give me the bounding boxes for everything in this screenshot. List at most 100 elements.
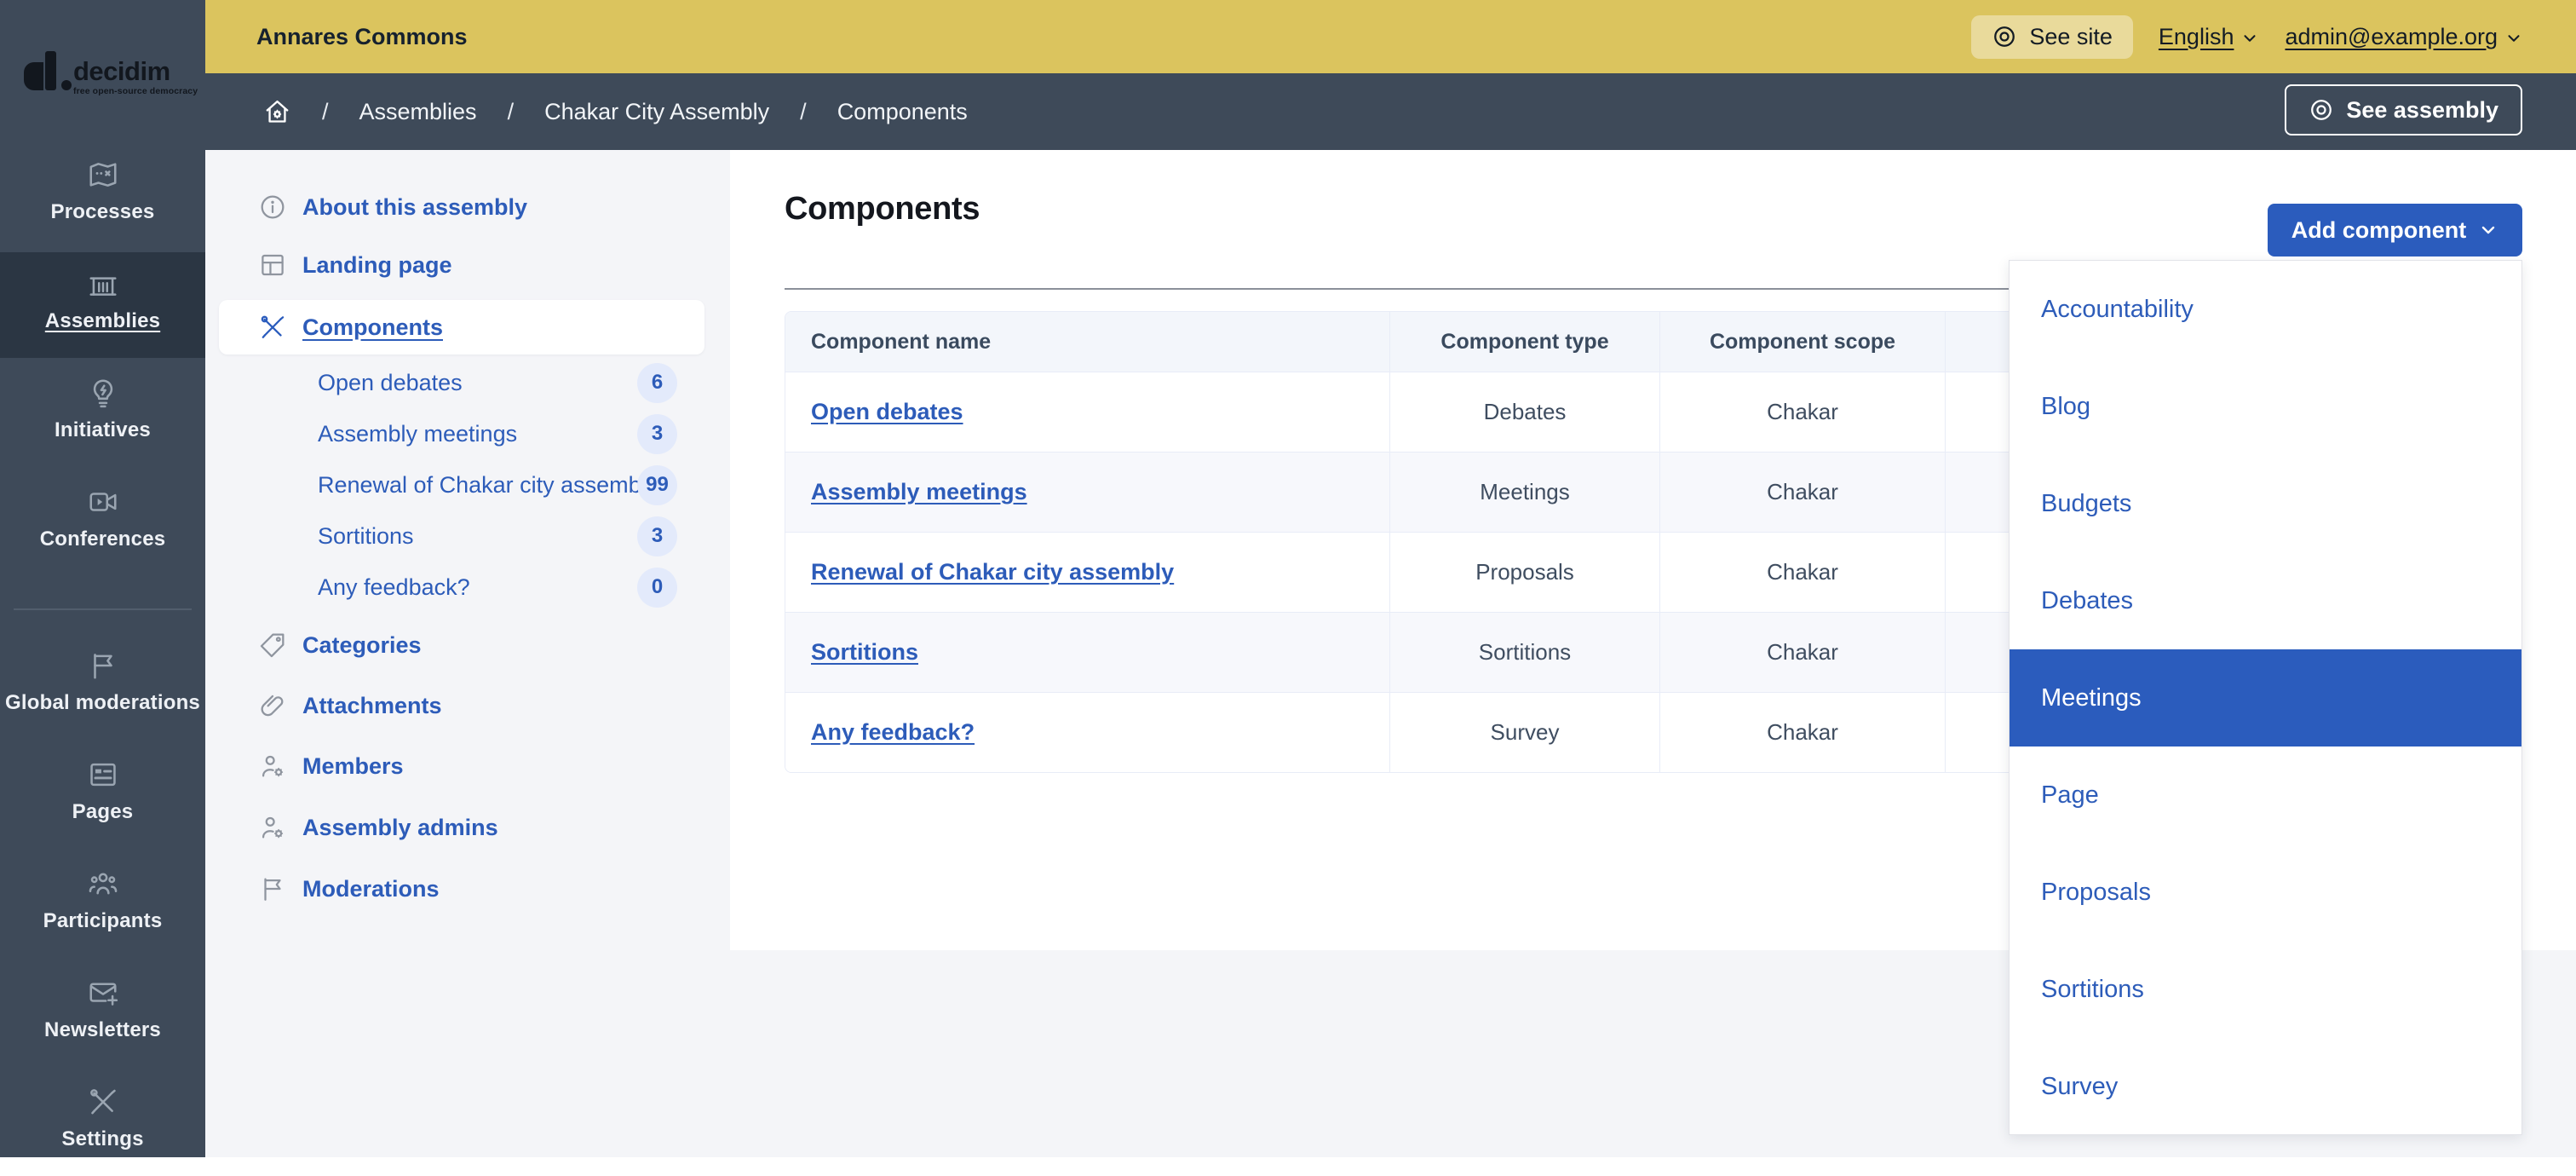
dropdown-item-sortitions[interactable]: Sortitions (2010, 941, 2521, 1038)
see-site-button[interactable]: See site (1971, 14, 2133, 59)
video-camera-icon (87, 486, 119, 518)
sidebar-item-initiatives[interactable]: Initiatives (0, 361, 205, 467)
sidebar-item-processes[interactable]: Processes (0, 143, 205, 249)
dropdown-item-proposals[interactable]: Proposals (2010, 844, 2521, 941)
sidebar-item-label: Global moderations (5, 691, 200, 714)
dropdown-item-survey[interactable]: Survey (2010, 1038, 2521, 1135)
see-assembly-button[interactable]: See assembly (2285, 84, 2522, 135)
column-header: Component scope (1660, 312, 1946, 372)
component-type: Meetings (1480, 479, 1570, 504)
breadcrumb-bar: / Assemblies / Chakar City Assembly / Compone… (205, 73, 2576, 150)
component-nav-label: Open debates (318, 369, 463, 395)
dropdown-item-budgets[interactable]: Budgets (2010, 455, 2521, 552)
count-badge: 6 (637, 362, 677, 403)
component-scope-cell: Chakar (1660, 533, 1946, 612)
component-scope-cell: Chakar (1660, 613, 1946, 692)
sidebar-item-participants[interactable]: Participants (0, 852, 205, 958)
dropdown-item-accountability[interactable]: Accountability (2010, 261, 2521, 358)
secondary-nav-about-this-assembly[interactable]: About this assembly (219, 180, 704, 234)
secondary-nav-label: Components (302, 314, 443, 340)
component-name-cell: Open debates (785, 372, 1390, 452)
secondary-nav-attachments[interactable]: Attachments (219, 678, 704, 733)
dropdown-item-label: Accountability (2041, 295, 2194, 323)
add-component-dropdown: Accountability Blog Budgets Debates Meetings… (2009, 260, 2522, 1135)
component-link[interactable]: Open debates (811, 399, 963, 425)
user-settings-icon (258, 813, 287, 842)
component-link[interactable]: Assembly meetings (811, 479, 1027, 505)
flag-icon (87, 649, 119, 682)
component-name-cell: Renewal of Chakar city assembly (785, 533, 1390, 612)
count-badge: 3 (637, 516, 677, 556)
sidebar-item-pages[interactable]: Pages (0, 743, 205, 849)
lightbulb-flash-icon (87, 377, 119, 409)
sidebar-item-conferences[interactable]: Conferences (0, 470, 205, 576)
secondary-nav-label: Attachments (302, 692, 442, 718)
secondary-nav-members[interactable]: Members (219, 739, 704, 793)
component-nav-label: Renewal of Chakar city assembly (318, 471, 658, 498)
secondary-nav-label: Landing page (302, 251, 452, 278)
sidebar-item-label: Pages (72, 800, 134, 823)
tools-icon (87, 1086, 119, 1118)
add-component-button[interactable]: Add component (2268, 204, 2522, 257)
language-selector[interactable]: English (2159, 24, 2260, 50)
dropdown-item-page[interactable]: Page (2010, 747, 2521, 844)
group-icon (87, 868, 119, 900)
secondary-nav-landing-page[interactable]: Landing page (219, 238, 704, 292)
secondary-nav-assembly-admins[interactable]: Assembly admins (219, 800, 704, 855)
breadcrumb-item[interactable]: Chakar City Assembly (544, 99, 769, 125)
dropdown-item-meetings[interactable]: Meetings (2010, 649, 2521, 747)
breadcrumb-separator: / (322, 98, 329, 124)
dropdown-item-blog[interactable]: Blog (2010, 358, 2521, 455)
component-scope: Chakar (1767, 399, 1838, 424)
flag-icon (258, 874, 287, 903)
secondary-nav-moderations[interactable]: Moderations (219, 862, 704, 916)
component-nav-any-feedback-[interactable]: Any feedback? 0 (219, 562, 704, 612)
layout-grid-icon (258, 251, 287, 280)
component-nav-assembly-meetings[interactable]: Assembly meetings 3 (219, 409, 704, 458)
user-account-menu[interactable]: admin@example.org (2285, 24, 2523, 50)
breadcrumb-separator: / (800, 98, 807, 124)
secondary-nav-components[interactable]: Components (219, 300, 704, 355)
dropdown-item-label: Budgets (2041, 489, 2132, 517)
sidebar-item-label: Settings (61, 1127, 144, 1150)
decidim-logo-mark-icon (24, 51, 73, 97)
component-scope-cell: Chakar (1660, 372, 1946, 452)
component-type: Survey (1490, 719, 1560, 745)
sidebar-item-newsletters[interactable]: Newsletters (0, 961, 205, 1067)
secondary-nav-categories[interactable]: Categories (219, 618, 704, 672)
component-nav-label: Assembly meetings (318, 420, 518, 447)
user-email: admin@example.org (2285, 23, 2498, 49)
dropdown-item-label: Sortitions (2041, 975, 2144, 1003)
sidebar-item-label: Newsletters (44, 1018, 161, 1041)
component-link[interactable]: Sortitions (811, 639, 918, 666)
secondary-nav-label: Moderations (302, 875, 440, 902)
sidebar-item-global-moderations[interactable]: Global moderations (0, 634, 205, 740)
sidebar-item-label: Assemblies (44, 309, 161, 332)
brand-name: decidim (73, 55, 170, 86)
decidim-logo[interactable]: decidim free open-source democracy (24, 51, 198, 97)
count-badge: 0 (637, 567, 677, 608)
info-circle-icon (258, 193, 287, 222)
tools-icon (258, 313, 287, 342)
component-nav-open-debates[interactable]: Open debates 6 (219, 358, 704, 407)
sidebar-item-settings[interactable]: Settings (0, 1070, 205, 1176)
paperclip-icon (258, 691, 287, 720)
component-link[interactable]: Any feedback? (811, 719, 975, 746)
home-icon[interactable] (263, 98, 291, 126)
component-nav-sortitions[interactable]: Sortitions 3 (219, 511, 704, 561)
component-nav-label: Any feedback? (318, 574, 470, 600)
component-name-cell: Assembly meetings (785, 453, 1390, 532)
sidebar-item-assemblies[interactable]: Assemblies (0, 252, 205, 358)
component-link[interactable]: Renewal of Chakar city assembly (811, 559, 1174, 585)
count-badge: 99 (637, 464, 677, 505)
component-nav-renewal-of-chakar-city-assembly[interactable]: Renewal of Chakar city assembly 99 (219, 460, 704, 510)
dropdown-item-debates[interactable]: Debates (2010, 552, 2521, 649)
component-type: Debates (1483, 399, 1567, 424)
component-scope-cell: Chakar (1660, 693, 1946, 772)
component-type-cell: Debates (1390, 372, 1660, 452)
breadcrumb-item[interactable]: Components (837, 99, 968, 125)
eye-target-icon (1992, 24, 2017, 49)
secondary-nav-label: About this assembly (302, 193, 528, 220)
component-type-cell: Proposals (1390, 533, 1660, 612)
breadcrumb-item[interactable]: Assemblies (359, 99, 477, 125)
